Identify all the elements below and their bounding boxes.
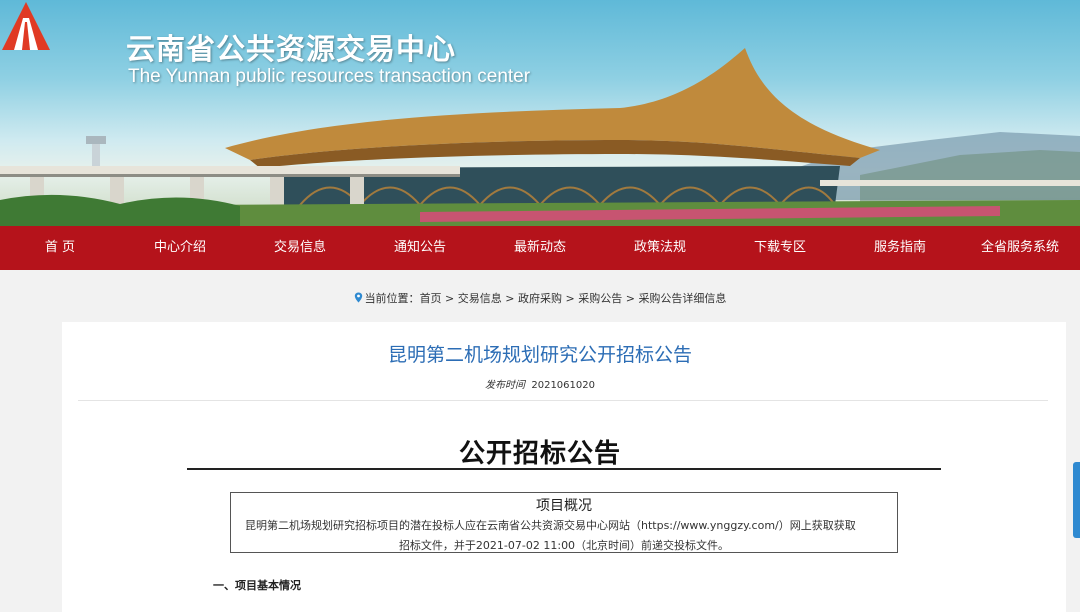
- breadcrumb-home[interactable]: 首页: [420, 292, 442, 305]
- nav-item-home[interactable]: 首 页: [0, 226, 120, 270]
- overview-text-line1: 昆明第二机场规划研究招标项目的潜在投标人应在云南省公共资源交易中心网站（http…: [245, 519, 856, 532]
- project-overview-box: 项目概况 昆明第二机场规划研究招标项目的潜在投标人应在云南省公共资源交易中心网站…: [230, 492, 898, 553]
- road-triangle-logo-icon: [2, 2, 50, 50]
- breadcrumb-current: 采购公告详细信息: [638, 292, 727, 305]
- nav-item-transaction-info[interactable]: 交易信息: [240, 226, 360, 270]
- breadcrumb-separator: >: [501, 292, 518, 305]
- title-divider: [78, 400, 1048, 401]
- publish-time: 发布时间 2021061020: [0, 376, 1080, 391]
- publish-time-value: 2021061020: [531, 380, 595, 391]
- breadcrumb-separator: >: [622, 292, 639, 305]
- nav-item-downloads[interactable]: 下载专区: [720, 226, 840, 270]
- nav-item-province-systems[interactable]: 全省服务系统: [960, 226, 1080, 270]
- nav-item-service-guide[interactable]: 服务指南: [840, 226, 960, 270]
- overview-text-line2: 招标文件，并于2021-07-02 11:00（北京时间）前递交投标文件。: [398, 539, 730, 552]
- nav-item-center-intro[interactable]: 中心介绍: [120, 226, 240, 270]
- main-nav: 首 页 中心介绍 交易信息 通知公告 最新动态 政策法规 下载专区 服务指南 全…: [0, 226, 1080, 270]
- publish-time-label: 发布时间: [485, 380, 525, 391]
- breadcrumb-prefix: 当前位置：: [364, 292, 420, 305]
- breadcrumb-separator: >: [562, 292, 579, 305]
- nav-item-latest-news[interactable]: 最新动态: [480, 226, 600, 270]
- site-title: 云南省公共资源交易中心: [126, 32, 457, 66]
- breadcrumb: 当前位置：首页 > 交易信息 > 政府采购 > 采购公告 > 采购公告详细信息: [0, 290, 1080, 306]
- breadcrumb-procurement-notices[interactable]: 采购公告: [578, 292, 622, 305]
- site-subtitle: The Yunnan public resources transaction …: [128, 66, 531, 87]
- breadcrumb-separator: >: [441, 292, 458, 305]
- article-title: 昆明第二机场规划研究公开招标公告: [387, 344, 692, 366]
- section-heading-basic-info: 一、项目基本情况: [213, 579, 301, 592]
- breadcrumb-transaction-info[interactable]: 交易信息: [458, 292, 502, 305]
- header-banner: 云南省公共资源交易中心 The Yunnan public resources …: [0, 0, 1080, 226]
- overview-title: 项目概况: [536, 498, 592, 514]
- notice-heading: 公开招标公告: [458, 439, 621, 469]
- nav-item-policies[interactable]: 政策法规: [600, 226, 720, 270]
- side-float-tab[interactable]: [1073, 462, 1080, 538]
- breadcrumb-gov-procurement[interactable]: 政府采购: [518, 292, 562, 305]
- nav-item-notices[interactable]: 通知公告: [360, 226, 480, 270]
- heading-underline: [187, 468, 941, 470]
- location-pin-icon: [354, 292, 362, 303]
